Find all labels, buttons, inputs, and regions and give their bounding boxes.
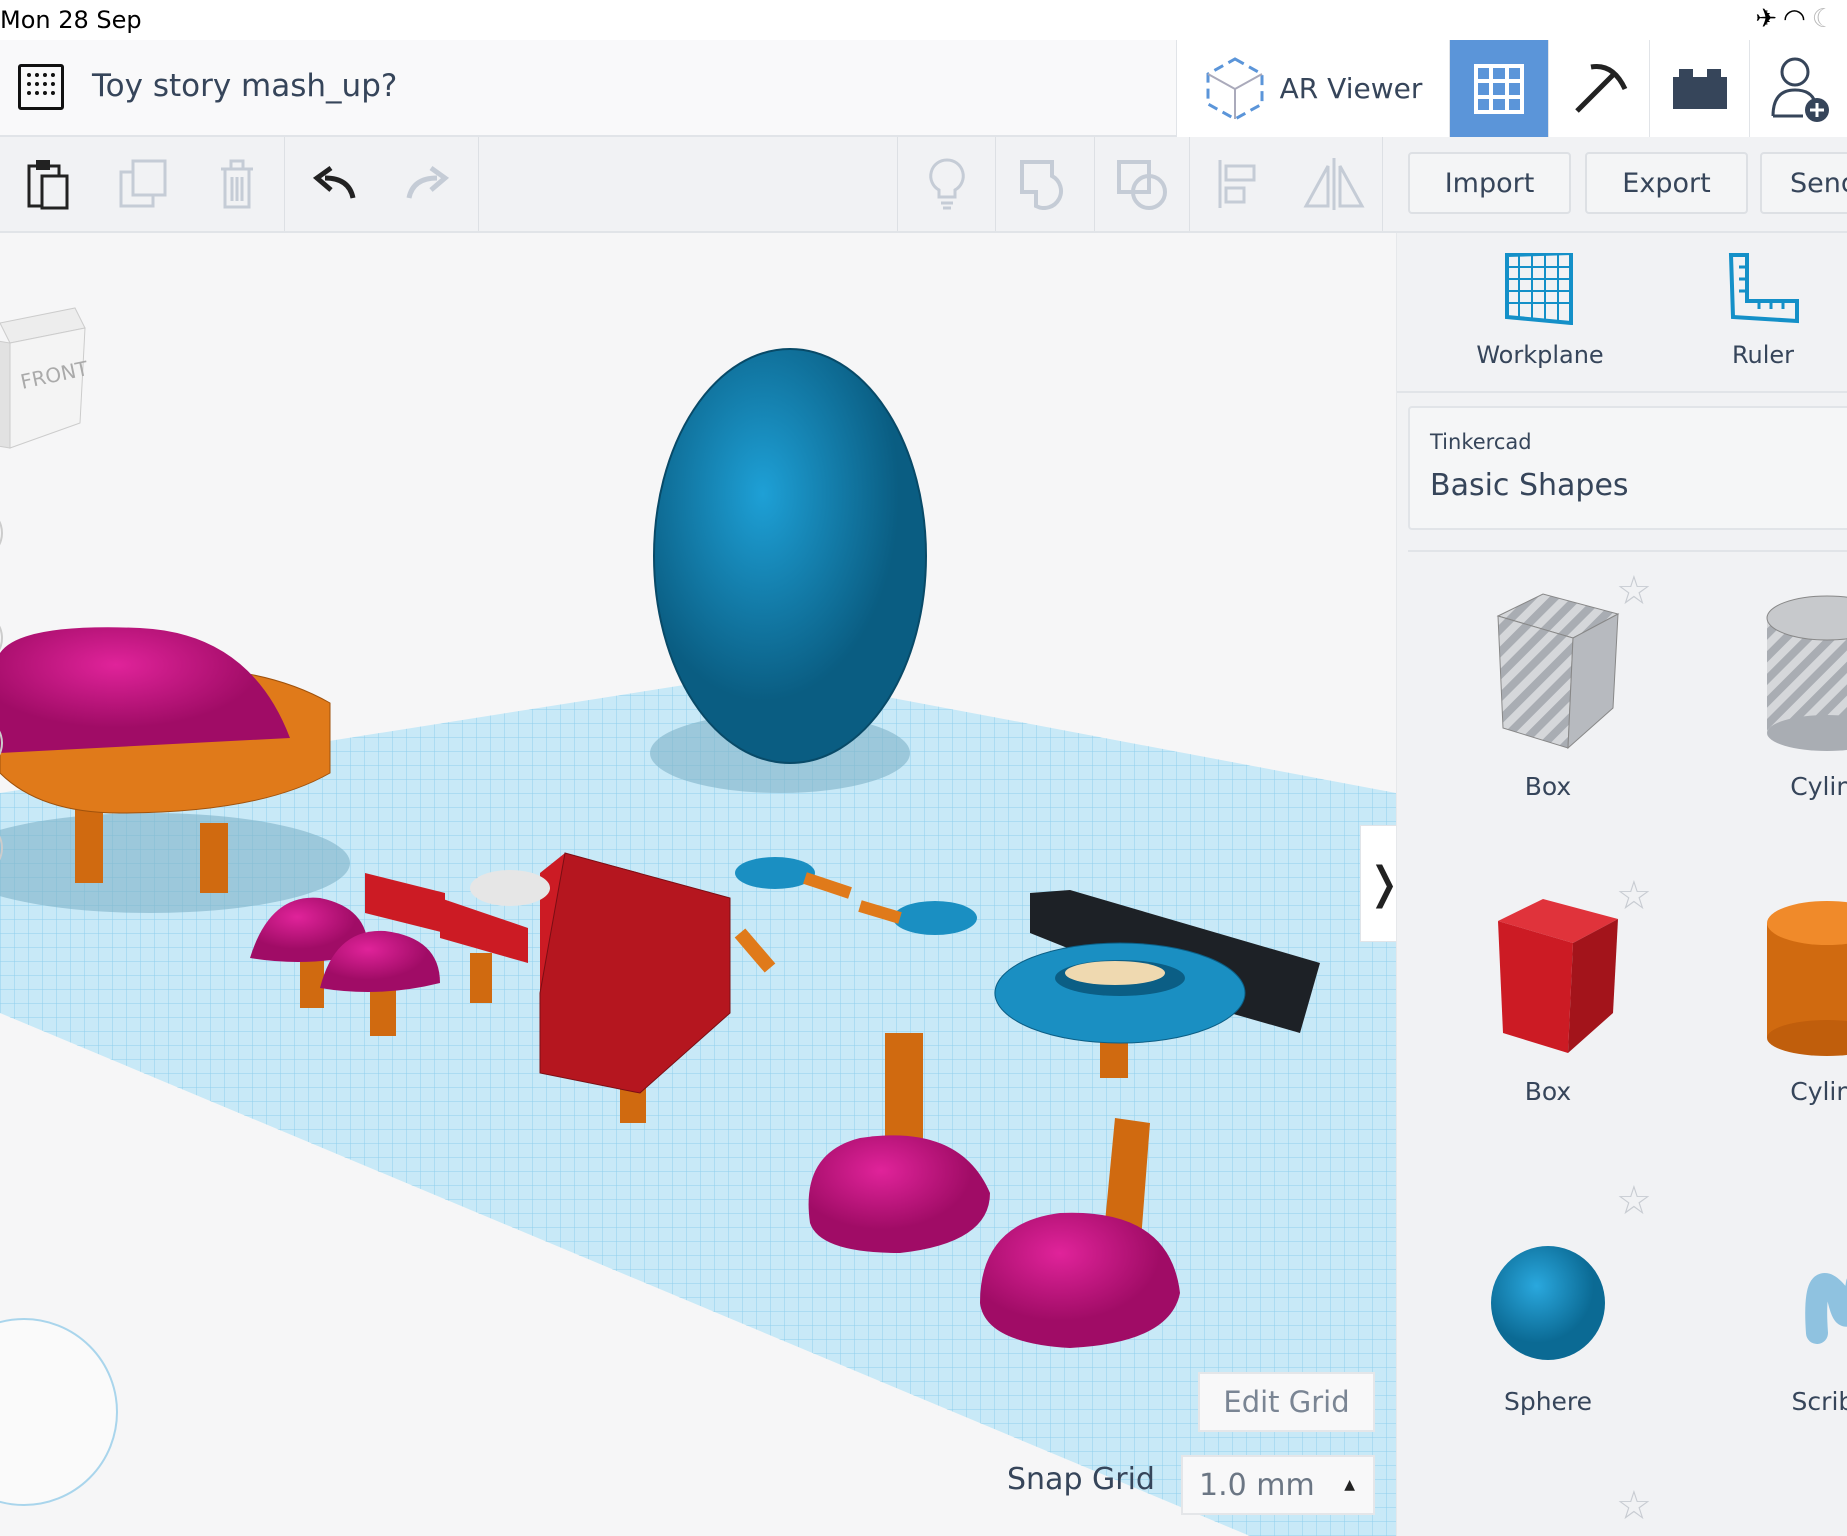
wifi-icon: ◠ (1783, 4, 1812, 34)
shape-label: Scribble (1791, 1387, 1847, 1416)
favorite-star-icon[interactable]: ☆ (1616, 568, 1652, 614)
shape-cylinder-striped[interactable]: Cylinder (1687, 588, 1847, 801)
mirror-icon (1302, 158, 1365, 210)
export-button[interactable]: Export (1585, 152, 1748, 214)
shape-label: Box (1524, 772, 1572, 801)
shape-label: Cylinder (1790, 1077, 1847, 1106)
group-icon (1020, 160, 1063, 210)
shape-box-red[interactable]: Box (1438, 893, 1658, 1106)
lightbulb-icon (928, 158, 965, 210)
shape-cylinder-orange[interactable]: Cylinder (1687, 893, 1847, 1106)
ar-viewer-button[interactable]: AR Viewer (1176, 40, 1449, 137)
redo-button[interactable] (380, 137, 479, 231)
blue-egg[interactable] (653, 348, 927, 764)
design-list-icon[interactable] (18, 64, 64, 110)
user-invite-button[interactable] (1749, 40, 1847, 137)
redo-icon (406, 165, 450, 199)
striped-box-icon (1496, 593, 1620, 750)
library-name: Basic Shapes (1430, 468, 1629, 503)
moon-icon: ☾ (1811, 4, 1841, 34)
library-source: Tinkercad (1430, 430, 1532, 454)
striped-cylinder-icon (1766, 595, 1847, 751)
shape-label: Sphere (1503, 1387, 1593, 1416)
undo-icon (312, 165, 355, 199)
undo-button[interactable] (285, 137, 380, 231)
send-to-button[interactable]: Send (1760, 152, 1847, 214)
view-cube[interactable]: FRONT (0, 293, 100, 449)
magenta-dome-table[interactable] (0, 627, 350, 913)
snap-grid-value: 1.0 mm (1199, 1467, 1315, 1503)
toolbar: Import Export Send (0, 137, 1847, 233)
align-icon (1218, 160, 1255, 208)
delete-button[interactable] (190, 137, 285, 231)
3d-viewport[interactable]: FRONT (0, 233, 1396, 1536)
status-time: Mon 28 Sep (0, 6, 142, 34)
paste-button[interactable] (0, 137, 95, 231)
pickaxe-icon (1575, 63, 1628, 113)
airplane-icon: ✈ (1755, 4, 1783, 34)
workplane-icon (1505, 250, 1573, 326)
ruler-icon (1728, 253, 1799, 324)
notes-button[interactable] (897, 137, 996, 231)
favorite-star-icon[interactable]: ☆ (1616, 873, 1652, 919)
import-button[interactable]: Import (1408, 152, 1571, 214)
scribble-icon (1805, 1273, 1847, 1344)
orange-cylinder-icon (1767, 901, 1847, 1056)
blocks-button[interactable] (1548, 40, 1649, 137)
trash-icon (221, 159, 253, 209)
ruler-tool[interactable]: Ruler (1703, 253, 1823, 369)
duplicate-icon (119, 159, 166, 208)
shape-sphere[interactable]: Sphere (1438, 1223, 1658, 1416)
align-button[interactable] (1190, 137, 1285, 231)
sphere-icon (1491, 1246, 1605, 1360)
mirror-button[interactable] (1285, 137, 1383, 231)
3d-design-view-button[interactable] (1449, 40, 1548, 137)
snap-grid-select[interactable]: 1.0 mm ▲ (1181, 1455, 1375, 1515)
edit-grid-button[interactable]: Edit Grid (1198, 1372, 1375, 1432)
ar-viewer-label: AR Viewer (1279, 72, 1423, 105)
ar-cube-icon (1206, 56, 1264, 121)
favorite-star-icon[interactable]: ☆ (1616, 1483, 1652, 1529)
group-button[interactable] (996, 137, 1095, 231)
workplane-scene[interactable] (0, 233, 1396, 1536)
ungroup-button[interactable] (1095, 137, 1190, 231)
grid-icon (1474, 63, 1524, 114)
bricks-button[interactable] (1649, 40, 1749, 137)
design-title[interactable]: Toy story mash_up? (92, 68, 397, 104)
status-bar: Mon 28 Sep ✈◠☾ (0, 0, 1847, 40)
header: Toy story mash_up? AR Viewer (0, 40, 1847, 137)
shape-label: Box (1524, 1077, 1572, 1106)
ruler-label: Ruler (1731, 341, 1795, 369)
workplane-tool[interactable]: Workplane (1440, 250, 1640, 369)
brick-icon (1672, 68, 1727, 109)
shape-library-selector[interactable]: Tinkercad Basic Shapes (1408, 406, 1847, 530)
shape-box-striped[interactable]: Box (1438, 588, 1658, 801)
caret-up-icon: ▲ (1344, 1477, 1355, 1493)
shape-scribble[interactable]: Scribble (1687, 1223, 1847, 1416)
shape-label: Cylinder (1790, 772, 1847, 801)
duplicate-button[interactable] (95, 137, 190, 231)
snap-grid-label: Snap Grid (1007, 1462, 1155, 1497)
favorite-star-icon[interactable]: ☆ (1616, 1178, 1652, 1224)
clipboard-icon (27, 160, 68, 210)
red-box-icon (1498, 899, 1618, 1053)
workplane-label: Workplane (1476, 341, 1604, 369)
ungroup-icon (1117, 160, 1167, 210)
add-user-icon (1771, 57, 1829, 122)
shapes-panel: Workplane Ruler Tinkercad Basic Shapes B… (1396, 233, 1847, 1536)
